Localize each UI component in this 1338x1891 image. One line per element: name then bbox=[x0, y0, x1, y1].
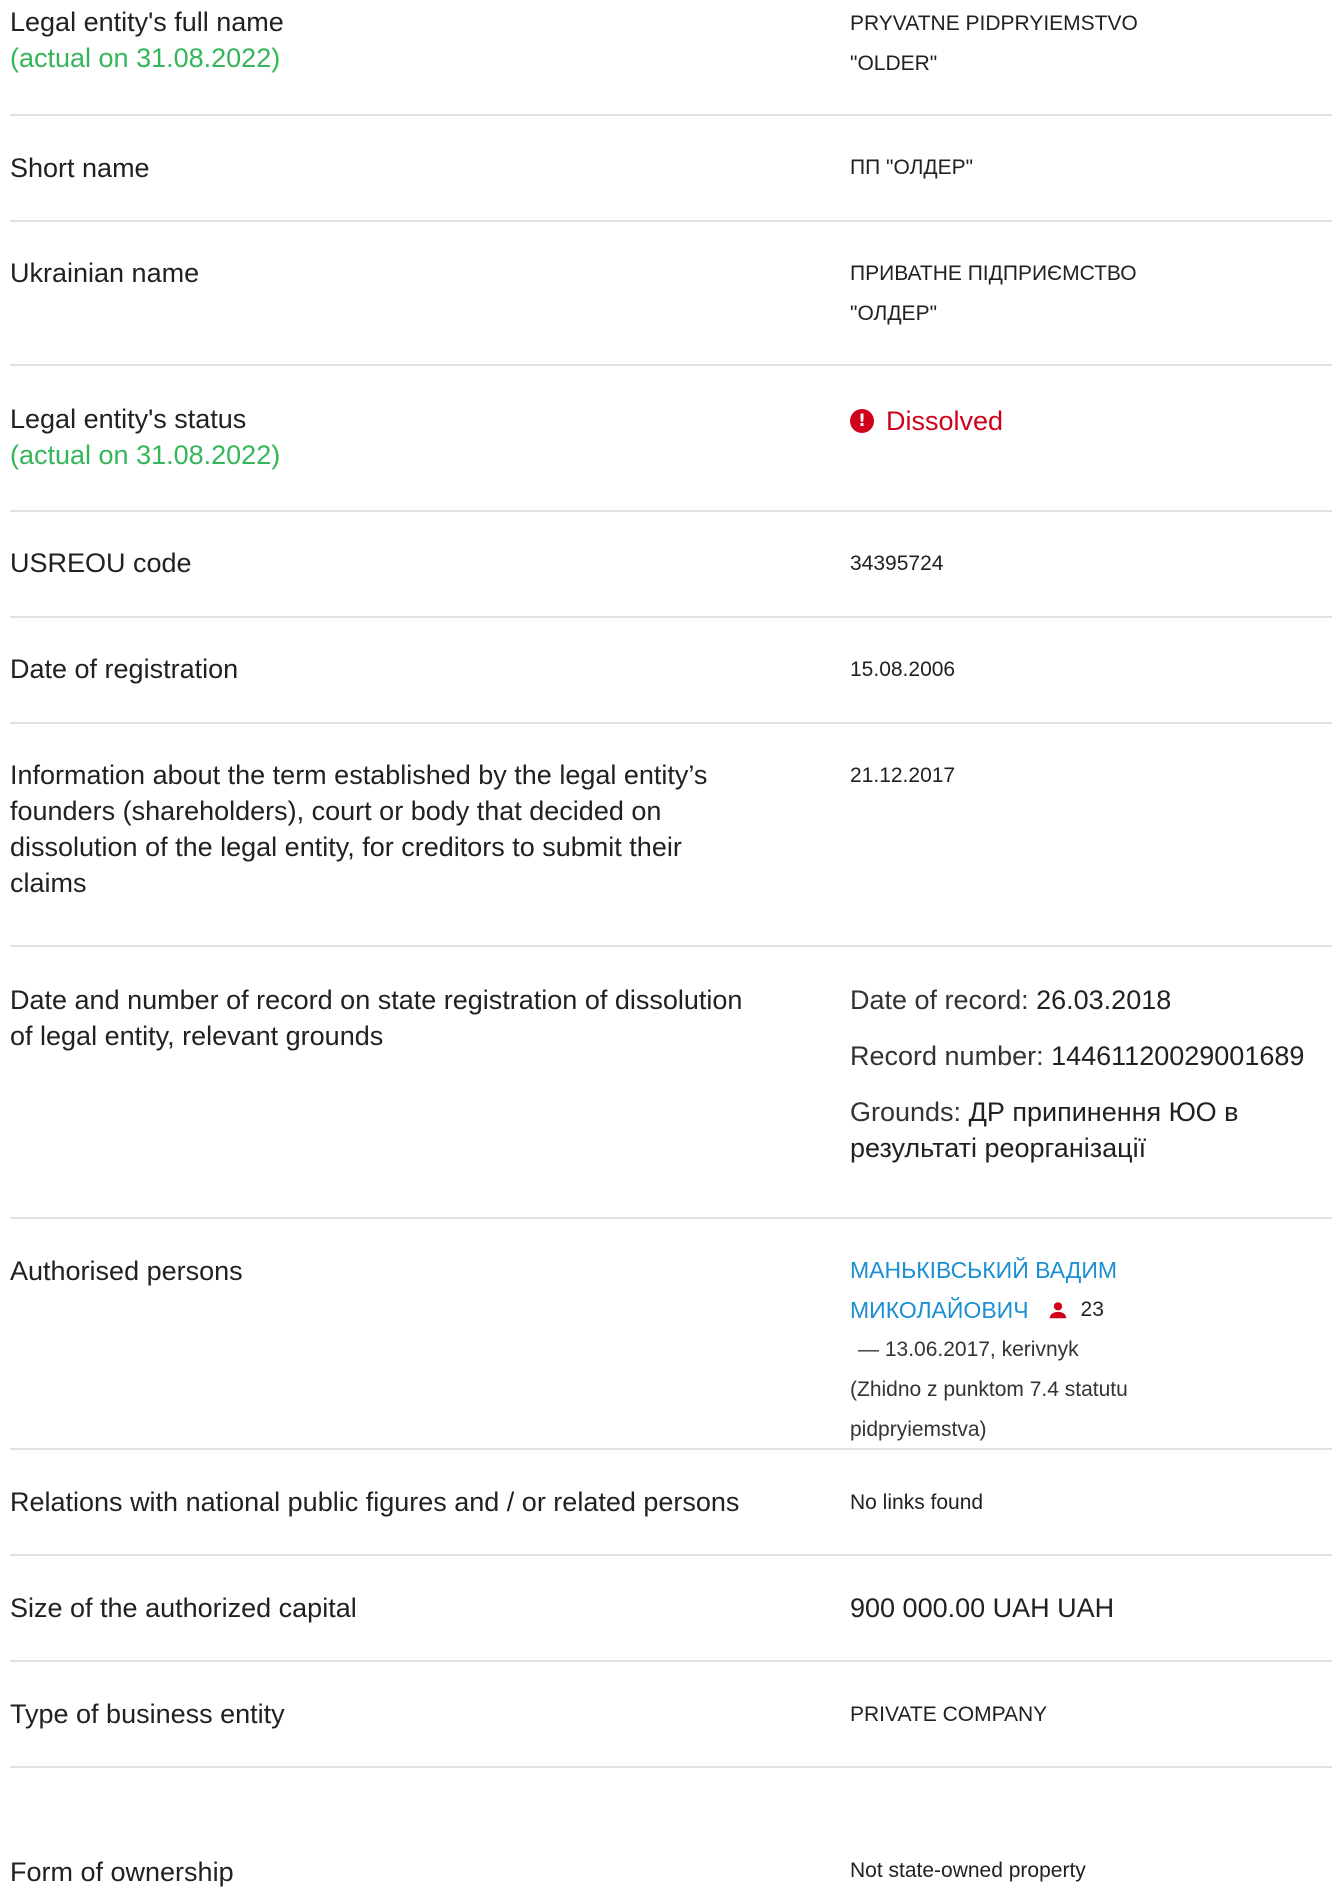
record-date: Date of record: 26.03.2018 bbox=[850, 982, 1332, 1018]
registration-date-label: Date of registration bbox=[10, 654, 239, 684]
business-type-label: Type of business entity bbox=[10, 1699, 285, 1729]
row-divider bbox=[10, 1217, 1332, 1219]
row-divider bbox=[10, 364, 1332, 366]
dissolution-record-label-line2: of legal entity, relevant grounds bbox=[10, 1021, 384, 1051]
short-name-value: ПП "ОЛДЕР" bbox=[850, 156, 974, 179]
business-type-value: PRIVATE COMPANY bbox=[850, 1703, 1048, 1726]
status-label-text: Legal entity's status bbox=[10, 404, 247, 434]
authorised-persons-label: Authorised persons bbox=[10, 1256, 243, 1286]
row-divider bbox=[10, 220, 1332, 222]
dissolution-record-label-line1: Date and number of record on state regis… bbox=[10, 985, 743, 1015]
status-badge: ! Dissolved bbox=[850, 403, 1332, 439]
record-date-value: 26.03.2018 bbox=[1036, 985, 1172, 1015]
full-name-value: PRYVATNE PIDPRYIEMSTVO "OLDER" bbox=[850, 4, 1332, 84]
authorised-person-role: — 13.06.2017, kerivnyk bbox=[858, 1338, 1079, 1361]
creditors-term-label-line4: claims bbox=[10, 868, 87, 898]
status-label: Legal entity's status (actual on 31.08.2… bbox=[10, 401, 790, 473]
capital-label: Size of the authorized capital bbox=[10, 1593, 357, 1623]
capital-value: 900 000.00 UAH UAH bbox=[850, 1593, 1115, 1623]
status-text: Dissolved bbox=[886, 406, 1004, 436]
creditors-term-value: 21.12.2017 bbox=[850, 764, 956, 787]
relations-label: Relations with national public figures a… bbox=[10, 1487, 740, 1517]
creditors-term-label-line1: Information about the term established b… bbox=[10, 760, 708, 790]
record-number: Record number: 14461120029001689 bbox=[850, 1038, 1332, 1074]
record-grounds-key: Grounds: bbox=[850, 1097, 962, 1127]
status-value: ! Dissolved bbox=[850, 403, 1332, 439]
authorised-persons-value: МАНЬКІВСЬКИЙ ВАДИМ МИКОЛАЙОВИЧ 23 — 13.0… bbox=[850, 1250, 1332, 1450]
person-icon bbox=[1049, 1302, 1066, 1319]
authorised-person-link-line2[interactable]: МИКОЛАЙОВИЧ bbox=[850, 1290, 1029, 1330]
record-number-value: 14461120029001689 bbox=[1051, 1041, 1305, 1071]
row-divider bbox=[10, 1448, 1332, 1450]
usreou-value: 34395724 bbox=[850, 552, 944, 575]
authorised-person-link[interactable]: МАНЬКІВСЬКИЙ ВАДИМ bbox=[850, 1250, 1332, 1290]
authorised-person-basis-line1: (Zhidno z punktom 7.4 statutu bbox=[850, 1378, 1128, 1401]
ukrainian-name-label: Ukrainian name bbox=[10, 258, 200, 288]
short-name-label: Short name bbox=[10, 153, 150, 183]
ownership-value: Not state-owned property bbox=[850, 1859, 1086, 1882]
registration-date-value: 15.08.2006 bbox=[850, 658, 956, 681]
authorised-person-basis-line2: pidpryiemstva) bbox=[850, 1418, 987, 1441]
record-grounds: Grounds: ДР припинення ЮО в результаті р… bbox=[850, 1094, 1332, 1166]
creditors-term-label: Information about the term established b… bbox=[10, 757, 790, 901]
ukrainian-name-value-line1: ПРИВАТНЕ ПІДПРИЄМСТВО bbox=[850, 262, 1137, 285]
row-divider bbox=[10, 1766, 1332, 1768]
row-divider bbox=[10, 722, 1332, 724]
full-name-value-line1: PRYVATNE PIDPRYIEMSTVO bbox=[850, 12, 1138, 35]
status-actual-date: (actual on 31.08.2022) bbox=[10, 440, 281, 470]
record-grounds-value-line2: результаті реорганізації bbox=[850, 1133, 1147, 1163]
person-count: 23 bbox=[1080, 1298, 1104, 1321]
row-divider bbox=[10, 510, 1332, 512]
ownership-label: Form of ownership bbox=[10, 1857, 234, 1887]
full-name-label-text: Legal entity's full name bbox=[10, 7, 284, 37]
row-divider bbox=[10, 1554, 1332, 1556]
relations-value: No links found bbox=[850, 1491, 984, 1514]
ukrainian-name-value: ПРИВАТНЕ ПІДПРИЄМСТВО "ОЛДЕР" bbox=[850, 254, 1332, 334]
dissolution-record-label: Date and number of record on state regis… bbox=[10, 982, 790, 1054]
full-name-value-line2: "OLDER" bbox=[850, 52, 938, 75]
row-divider bbox=[10, 616, 1332, 618]
row-divider bbox=[10, 945, 1332, 947]
row-divider bbox=[10, 114, 1332, 116]
dissolution-record-value: Date of record: 26.03.2018 Record number… bbox=[850, 982, 1332, 1186]
ukrainian-name-value-line2: "ОЛДЕР" bbox=[850, 302, 938, 325]
creditors-term-label-line3: dissolution of the legal entity, for cre… bbox=[10, 832, 682, 862]
row-divider bbox=[10, 1660, 1332, 1662]
record-grounds-value-line1: ДР припинення ЮО в bbox=[968, 1097, 1239, 1127]
record-date-key: Date of record: bbox=[850, 985, 1029, 1015]
authorised-person-line2: МИКОЛАЙОВИЧ 23 bbox=[850, 1290, 1332, 1330]
exclamation-circle-icon: ! bbox=[850, 409, 874, 433]
creditors-term-label-line2: founders (shareholders), court or body t… bbox=[10, 796, 662, 826]
record-number-key: Record number: bbox=[850, 1041, 1044, 1071]
full-name-actual-date: (actual on 31.08.2022) bbox=[10, 43, 281, 73]
usreou-label: USREOU code bbox=[10, 548, 192, 578]
full-name-label: Legal entity's full name (actual on 31.0… bbox=[10, 4, 790, 76]
